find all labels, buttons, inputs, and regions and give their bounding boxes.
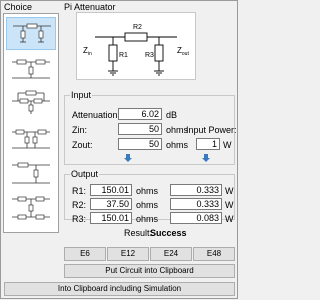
choice-l-pad[interactable] (6, 157, 56, 190)
zin-label: Zin (83, 46, 92, 57)
zin-input[interactable]: 50 (118, 123, 162, 135)
choice-t-attenuator[interactable] (6, 52, 56, 85)
bridged-t-circuit-icon (12, 90, 50, 114)
r1-ohms-value: 150.01 (90, 184, 132, 196)
zout-field-label: Zout: (72, 140, 93, 150)
attenuation-label: Attenuation: (72, 110, 121, 120)
zin-field-label: Zin: (72, 125, 88, 135)
r3-watts-value: 0.083 (170, 212, 222, 224)
l-pad-circuit-icon (12, 162, 50, 184)
r1-row-label: R1: (72, 186, 87, 196)
r2-row-label: R2: (72, 200, 87, 210)
choice-bridged-t[interactable] (6, 87, 56, 120)
r2-ohms-unit: ohms (136, 200, 159, 210)
e48-button[interactable]: E48 (193, 247, 235, 261)
e12-button[interactable]: E12 (107, 247, 149, 261)
clipboard-simulation-button[interactable]: Into Clipboard including Simulation (4, 282, 235, 296)
r3-label: R3 (145, 52, 154, 59)
choice-bridged-pi[interactable] (6, 122, 56, 155)
r1-ohms-unit: ohms (136, 186, 159, 196)
circuit-diagram: R2 R1 R3 Zin Zout (76, 12, 196, 80)
h-pad-circuit-icon (12, 196, 50, 220)
circuit-choice-list[interactable] (3, 13, 59, 233)
t-circuit-icon (12, 59, 50, 79)
input-title: Input (70, 90, 93, 100)
choice-label: Choice (4, 2, 33, 12)
zout-unit: ohms (166, 140, 189, 150)
result-label: Result: (124, 228, 153, 238)
zout-label: Zout (177, 46, 189, 57)
attenuation-input[interactable]: 6.02 (118, 108, 162, 120)
bridged-pi-circuit-icon (12, 129, 50, 149)
choice-pi-attenuator[interactable] (6, 17, 56, 50)
r1-label: R1 (119, 52, 128, 59)
input-power-input[interactable]: 1 (196, 138, 220, 150)
r1-watts-unit: W (225, 186, 234, 196)
e6-button[interactable]: E6 (64, 247, 106, 261)
input-power-label: Input Power: (186, 125, 237, 135)
r3-ohms-value: 150.01 (90, 212, 132, 224)
pi-attenuator-title: Pi Attenuator (64, 2, 116, 12)
down-arrow-icon[interactable] (123, 153, 133, 163)
e24-button[interactable]: E24 (150, 247, 192, 261)
r2-ohms-value: 37.50 (90, 198, 132, 210)
r3-row-label: R3: (72, 214, 87, 224)
zin-unit: ohms (166, 125, 189, 135)
put-circuit-clipboard-button[interactable]: Put Circuit into Clipboard (64, 264, 235, 278)
r3-ohms-unit: ohms (136, 214, 159, 224)
r1-watts-value: 0.333 (170, 184, 222, 196)
zout-input[interactable]: 50 (118, 138, 162, 150)
r2-label: R2 (133, 24, 142, 31)
result-value: Success (150, 228, 187, 238)
output-title: Output (70, 169, 100, 179)
r3-watts-unit: W (225, 214, 234, 224)
down-arrow-icon[interactable] (201, 153, 211, 163)
r2-watts-value: 0.333 (170, 198, 222, 210)
r2-watts-unit: W (225, 200, 234, 210)
pi-circuit-icon (13, 23, 51, 43)
choice-h-pad[interactable] (6, 192, 56, 225)
pi-attenuator-schematic: R2 R1 R3 Zin Zout (83, 24, 189, 76)
power-unit: W (223, 140, 232, 150)
attenuation-unit: dB (166, 110, 178, 120)
